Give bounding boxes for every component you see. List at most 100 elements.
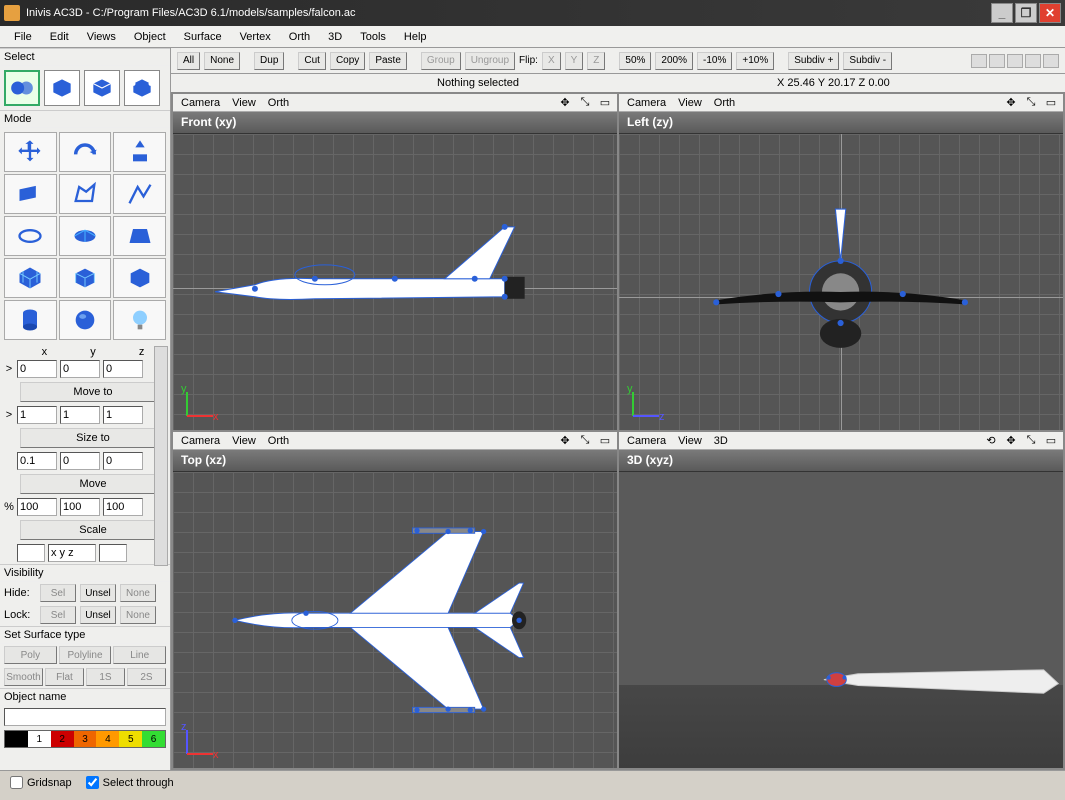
tb-cut[interactable]: Cut [298,52,326,70]
box-tool-icon[interactable] [113,258,166,298]
layout-icon-3[interactable] [1007,54,1023,68]
tb-flip-y[interactable]: Y [565,52,584,70]
mesh-tool-icon[interactable] [4,258,57,298]
vp-left-orth[interactable]: Orth [710,97,739,109]
tb-group[interactable]: Group [421,52,461,70]
lock-none[interactable]: None [120,606,156,624]
tb-copy[interactable]: Copy [330,52,365,70]
sphere-wire-tool-icon[interactable] [59,258,112,298]
hide-none[interactable]: None [120,584,156,602]
tb-none[interactable]: None [204,52,240,70]
scale-y[interactable] [60,498,100,516]
maximize-icon[interactable]: ▭ [597,434,613,448]
vp-top-view[interactable]: View [228,435,260,447]
ellipse-tool-icon[interactable] [4,216,57,256]
vp-3d-3d[interactable]: 3D [710,435,732,447]
move-y[interactable] [60,452,100,470]
tb-flip-z[interactable]: Z [587,52,605,70]
tb-dup[interactable]: Dup [254,52,284,70]
select-through-checkbox[interactable]: Select through [86,776,174,789]
rect-tool-icon[interactable] [4,174,57,214]
vp-front-orth[interactable]: Orth [264,97,293,109]
zoom-icon[interactable]: ⤡ [1023,96,1039,110]
surf-2s[interactable]: 2S [127,668,166,686]
move-to-expand[interactable]: > [4,363,14,375]
scale-x[interactable] [17,498,57,516]
menu-tools[interactable]: Tools [352,29,394,45]
pan-icon[interactable]: ✥ [557,96,573,110]
color-6[interactable]: 6 [142,731,165,747]
scale-z[interactable] [103,498,143,516]
vp-top-canvas[interactable]: zx [173,472,617,768]
tb-flip-x[interactable]: X [542,52,561,70]
tb-subdiv-minus[interactable]: Subdiv - [843,52,892,70]
size-to-expand[interactable]: > [4,409,14,421]
surf-line[interactable]: Line [113,646,166,664]
hide-sel[interactable]: Sel [40,584,76,602]
tb-zoom-200[interactable]: 200% [655,52,693,70]
tb-zoom-p10[interactable]: +10% [736,52,774,70]
sphere-tool-icon[interactable] [59,300,112,340]
gridsnap-checkbox[interactable]: Gridsnap [10,776,72,789]
move-to-y[interactable] [60,360,100,378]
color-2[interactable]: 2 [51,731,74,747]
size-to-z[interactable] [103,406,143,424]
tb-zoom-50[interactable]: 50% [619,52,651,70]
move-to-button[interactable]: Move to [20,382,166,402]
menu-surface[interactable]: Surface [176,29,230,45]
menu-file[interactable]: File [6,29,40,45]
lock-unsel[interactable]: Unsel [80,606,116,624]
move-z[interactable] [103,452,143,470]
orbit-icon[interactable]: ⟲ [983,434,999,448]
zoom-icon[interactable]: ⤡ [1023,434,1039,448]
light-tool-icon[interactable] [113,300,166,340]
menu-views[interactable]: Views [79,29,124,45]
extra-a[interactable] [17,544,45,562]
vp-3d-camera[interactable]: Camera [623,435,670,447]
vp-top-camera[interactable]: Camera [177,435,224,447]
tb-ungroup[interactable]: Ungroup [465,52,515,70]
color-5[interactable]: 5 [119,731,142,747]
vp-front-camera[interactable]: Camera [177,97,224,109]
tb-subdiv-plus[interactable]: Subdiv + [788,52,839,70]
size-to-button[interactable]: Size to [20,428,166,448]
move-to-x[interactable] [17,360,57,378]
color-3[interactable]: 3 [74,731,97,747]
menu-object[interactable]: Object [126,29,174,45]
pan-icon[interactable]: ✥ [1003,434,1019,448]
pan-icon[interactable]: ✥ [1003,96,1019,110]
sidebar-scrollbar[interactable] [154,346,168,566]
maximize-icon[interactable]: ▭ [597,96,613,110]
menu-edit[interactable]: Edit [42,29,77,45]
select-object-tool[interactable] [44,70,80,106]
color-0[interactable] [5,731,28,747]
vp-left-canvas[interactable]: yz [619,134,1063,430]
poly-tool-icon[interactable] [59,174,112,214]
select-group-tool[interactable] [4,70,40,106]
size-to-x[interactable] [17,406,57,424]
surf-1s[interactable]: 1S [86,668,125,686]
extra-b[interactable] [48,544,96,562]
color-4[interactable]: 4 [96,731,119,747]
layout-icon-2[interactable] [989,54,1005,68]
select-vertex-tool[interactable] [124,70,160,106]
pan-icon[interactable]: ✥ [557,434,573,448]
line-tool-icon[interactable] [113,174,166,214]
vp-3d-canvas[interactable] [619,472,1063,768]
menu-help[interactable]: Help [396,29,435,45]
select-surface-tool[interactable] [84,70,120,106]
move-x[interactable] [17,452,57,470]
tb-paste[interactable]: Paste [369,52,407,70]
vp-3d-view[interactable]: View [674,435,706,447]
vp-front-view[interactable]: View [228,97,260,109]
layout-icon-1[interactable] [971,54,987,68]
extra-c[interactable] [99,544,127,562]
move-to-z[interactable] [103,360,143,378]
surf-polyline[interactable]: Polyline [59,646,112,664]
layout-icon-5[interactable] [1043,54,1059,68]
zoom-icon[interactable]: ⤡ [577,434,593,448]
size-to-y[interactable] [60,406,100,424]
disc-tool-icon[interactable] [59,216,112,256]
surf-poly[interactable]: Poly [4,646,57,664]
menu-orth[interactable]: Orth [281,29,318,45]
